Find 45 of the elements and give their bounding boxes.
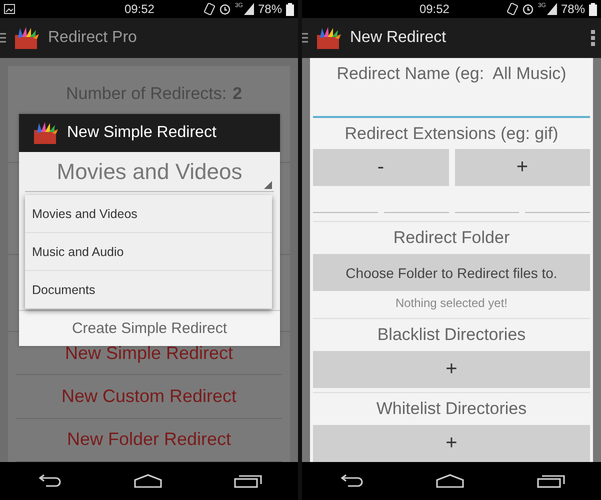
app-title: New Redirect — [350, 29, 448, 47]
category-dropdown[interactable]: Movies and Videos — [25, 152, 274, 192]
rotation-icon — [204, 3, 215, 15]
picture-notification-icon — [4, 4, 15, 14]
menu-icon[interactable] — [302, 33, 308, 43]
signal-icon — [244, 3, 254, 15]
app-logo-icon — [33, 121, 59, 145]
add-button[interactable]: + — [313, 425, 590, 462]
battery-percentage: 78% — [560, 2, 585, 16]
battery-icon — [589, 2, 597, 16]
signal-icon — [546, 3, 557, 15]
app-logo-icon — [316, 26, 342, 50]
clock-time: 09:52 — [123, 2, 156, 16]
add-button[interactable]: + — [313, 351, 590, 388]
back-icon[interactable] — [338, 474, 364, 488]
field-label: Redirect Extensions (eg: gif) — [344, 124, 558, 144]
app-logo-icon — [14, 26, 40, 50]
rotation-icon — [506, 3, 518, 15]
dialog-title: New Simple Redirect — [67, 124, 216, 142]
battery-percentage: 78% — [258, 2, 282, 16]
alarm-clock-icon — [218, 3, 231, 15]
back-icon[interactable] — [36, 474, 62, 488]
create-button[interactable]: Create Simple Redirect — [19, 310, 280, 346]
alarm-clock-icon — [522, 3, 534, 15]
recent-apps-icon[interactable] — [536, 474, 565, 488]
dropdown-option[interactable]: Movies and Videos — [25, 195, 272, 233]
dropdown-option[interactable]: Music and Audio — [25, 233, 272, 271]
section-title: Whitelist Directories — [376, 399, 527, 419]
field-label: Redirect Name (eg: All Music) — [336, 64, 566, 84]
choose-folder-button[interactable]: Choose Folder to Redirect files to. — [313, 254, 590, 291]
dropdown-option[interactable]: Documents — [25, 271, 272, 309]
clock-time: 09:52 — [418, 2, 450, 16]
section-title: Redirect Folder — [393, 228, 510, 248]
app-title: Redirect Pro — [48, 29, 138, 47]
overflow-menu-icon[interactable] — [591, 30, 595, 46]
folder-status: Nothing selected yet! — [395, 296, 508, 310]
home-icon[interactable] — [436, 474, 464, 488]
home-icon[interactable] — [134, 474, 162, 488]
dropdown-corner-icon — [264, 181, 272, 189]
recent-apps-icon[interactable] — [234, 474, 262, 488]
add-button[interactable]: + — [454, 149, 590, 186]
menu-icon[interactable] — [0, 33, 6, 43]
battery-icon — [286, 2, 294, 16]
section-title: Blacklist Directories — [377, 325, 526, 345]
remove-button[interactable]: - — [313, 149, 448, 186]
